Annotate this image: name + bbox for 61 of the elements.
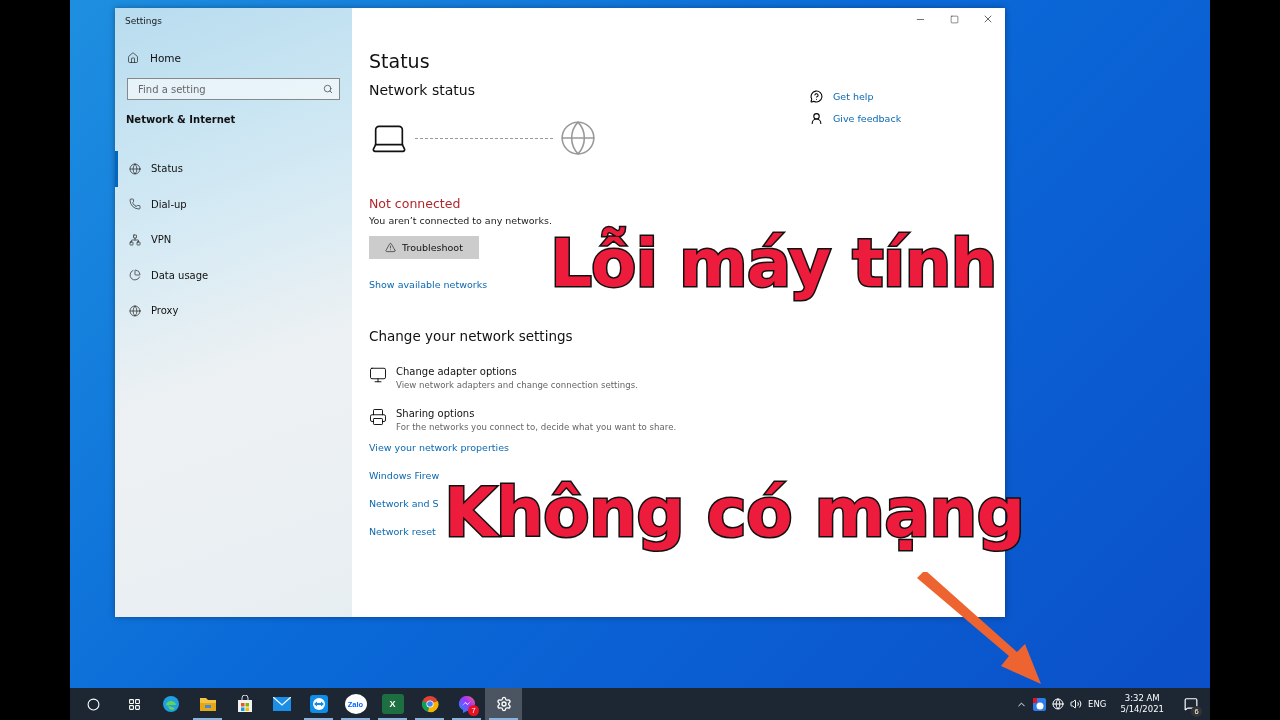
overlay-caption: Lỗi máy tính xyxy=(550,226,997,302)
monitor-icon xyxy=(369,366,387,384)
page-title: Status xyxy=(369,50,431,72)
pie-chart-icon xyxy=(129,269,141,282)
status-text: Not connected xyxy=(369,196,462,211)
home-icon xyxy=(127,52,139,64)
sidebar-item[interactable]: Data usage xyxy=(115,257,352,293)
option-title[interactable]: Change adapter options xyxy=(396,366,638,377)
taskbar-app[interactable]: X xyxy=(374,688,411,720)
link[interactable]: Network reset xyxy=(369,526,436,537)
section-heading: Change your network settings xyxy=(369,328,574,344)
search-field[interactable]: Find a setting xyxy=(127,78,340,100)
folder-icon xyxy=(198,696,217,712)
option-title[interactable]: Sharing options xyxy=(396,408,677,419)
language-indicator[interactable]: ENG xyxy=(1088,699,1107,709)
sidebar-item[interactable]: VPN xyxy=(115,222,352,258)
notification-icon xyxy=(1184,697,1198,711)
spreadsheet-icon: X xyxy=(381,694,404,714)
printer-icon xyxy=(369,408,387,426)
window-title: Settings xyxy=(124,15,163,28)
link[interactable]: View your network properties xyxy=(369,442,510,453)
speaker-icon[interactable] xyxy=(1070,698,1083,710)
help-link[interactable]: Get help xyxy=(833,91,874,102)
section-heading: Network & Internet xyxy=(125,113,237,125)
search-input[interactable]: Find a setting xyxy=(136,82,300,96)
edge-icon xyxy=(161,695,180,713)
warning-icon xyxy=(385,242,397,253)
close-icon xyxy=(982,13,994,25)
help-link[interactable]: Give feedback xyxy=(833,113,902,124)
home-link[interactable]: Home xyxy=(115,36,352,64)
clock[interactable]: 3:32 AM 5/14/2021 xyxy=(1120,692,1164,716)
option-description: For the networks you connect to, decide what you want to share. xyxy=(396,422,677,432)
globe-icon xyxy=(559,119,597,157)
maximize-icon xyxy=(949,14,959,24)
network-icon xyxy=(129,233,141,246)
option-description: View network adapters and change connection settings. xyxy=(396,380,638,390)
mail-icon xyxy=(272,697,291,711)
link[interactable]: Windows Firew xyxy=(369,470,440,481)
help-icon xyxy=(810,90,823,103)
shopping-bag-icon xyxy=(236,695,253,713)
chrome-icon xyxy=(420,695,439,713)
sidebar-item[interactable]: Dial-up xyxy=(115,186,352,222)
globe-icon xyxy=(129,162,141,175)
link[interactable]: Network and S xyxy=(369,498,439,509)
search-icon xyxy=(323,84,333,94)
person-icon xyxy=(810,112,823,125)
settings-icon xyxy=(495,696,512,712)
globe-icon[interactable] xyxy=(1052,698,1065,710)
link[interactable]: Show available networks xyxy=(369,279,488,290)
tray-app-icon[interactable] xyxy=(1033,697,1047,711)
phone-icon xyxy=(129,198,141,211)
sidebar-item[interactable]: Proxy xyxy=(115,293,352,329)
double-arrow-icon xyxy=(309,695,328,713)
troubleshoot-button[interactable]: Troubleshoot xyxy=(369,236,479,259)
globe-icon xyxy=(129,304,141,317)
taskbar-app[interactable] xyxy=(485,688,522,720)
task-view-icon xyxy=(127,697,141,711)
circle-icon xyxy=(86,697,100,711)
section-heading: Network status xyxy=(369,82,476,98)
sidebar-item[interactable]: Status xyxy=(115,151,352,187)
status-message: You aren’t connected to any networks. xyxy=(369,215,553,226)
